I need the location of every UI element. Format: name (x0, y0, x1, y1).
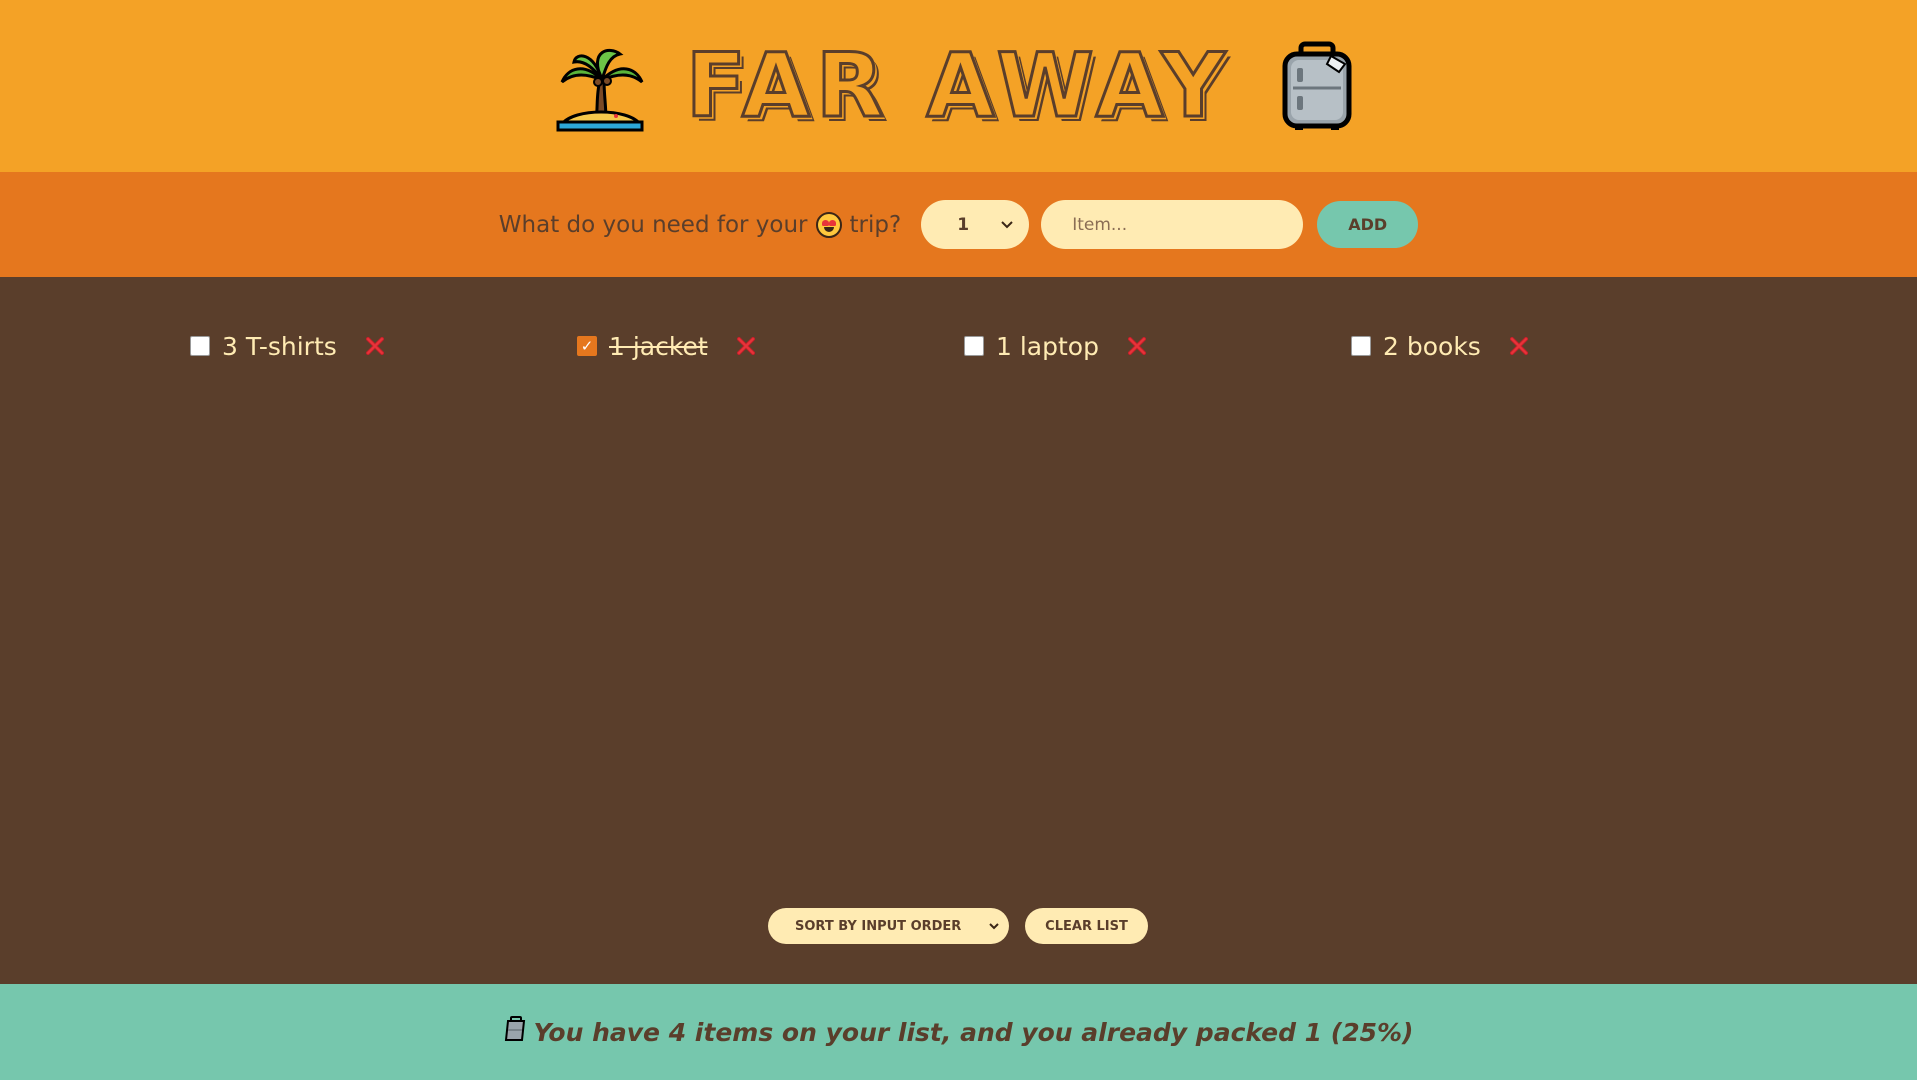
delete-icon[interactable] (1507, 334, 1531, 358)
list-item: 1 laptop (964, 327, 1351, 365)
list-actions: SORT BY INPUT ORDER CLEAR LIST (768, 908, 1148, 944)
list-item: 2 books (1351, 327, 1738, 365)
item-label: 1 jacket (609, 331, 708, 361)
question-prefix: What do you need for your (498, 211, 808, 238)
add-item-form: What do you need for your trip? 1 ADD (0, 172, 1917, 277)
list-item: 3 T-shirts (190, 327, 577, 365)
sort-value: SORT BY INPUT ORDER (795, 918, 962, 934)
item-label: 1 laptop (996, 331, 1099, 361)
list-item: ✓ 1 jacket (577, 327, 964, 365)
sort-select[interactable]: SORT BY INPUT ORDER (768, 908, 1009, 944)
header: FAR AWAY (0, 0, 1917, 172)
form-question: What do you need for your trip? (498, 211, 902, 238)
quantity-select[interactable]: 1 (921, 200, 1030, 249)
item-list: 3 T-shirts ✓ 1 jacket 1 laptop 2 books (190, 327, 1738, 365)
stats-text: You have 4 items on your list, and you a… (533, 1017, 1414, 1047)
chevron-down-icon (1001, 220, 1013, 228)
question-suffix: trip? (849, 211, 902, 238)
stats-footer: You have 4 items on your list, and you a… (0, 984, 1917, 1080)
packing-list: 3 T-shirts ✓ 1 jacket 1 laptop 2 books S… (0, 277, 1917, 984)
item-checkbox[interactable] (190, 336, 210, 356)
chevron-down-icon (989, 922, 999, 929)
item-input[interactable] (1041, 200, 1304, 249)
item-label: 3 T-shirts (222, 331, 337, 361)
luggage-icon (504, 1016, 528, 1048)
delete-icon[interactable] (734, 334, 758, 358)
item-checkbox[interactable]: ✓ (577, 336, 597, 356)
delete-icon[interactable] (1125, 334, 1149, 358)
clear-list-button[interactable]: CLEAR LIST (1025, 908, 1148, 944)
item-label: 2 books (1383, 331, 1481, 361)
add-button[interactable]: ADD (1317, 201, 1419, 248)
app: FAR AWAY What do you need for your trip?… (0, 0, 1917, 1080)
palm-island-icon (554, 40, 646, 132)
luggage-icon (1271, 40, 1363, 132)
item-checkbox[interactable] (964, 336, 984, 356)
item-checkbox[interactable] (1351, 336, 1371, 356)
delete-icon[interactable] (363, 334, 387, 358)
app-title: FAR AWAY (684, 34, 1232, 137)
quantity-value: 1 (957, 214, 970, 235)
star-struck-face-icon (815, 211, 842, 238)
